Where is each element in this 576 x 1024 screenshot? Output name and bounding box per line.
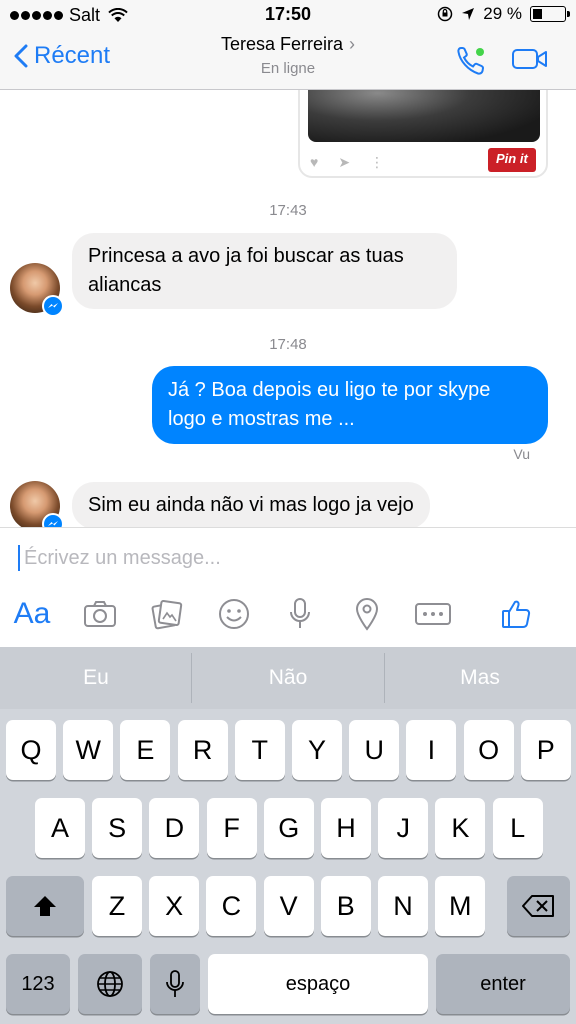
key-o[interactable]: O — [463, 720, 514, 780]
timestamp: 17:43 — [269, 202, 307, 219]
presence-status: En ligne — [260, 60, 316, 77]
keyboard: Eu Não Mas QWERTYUIOP ASDFGHJKL ZXCVBNM 12… — [0, 647, 576, 1024]
key-v[interactable]: V — [263, 876, 314, 936]
contact-name: Teresa Ferreira — [220, 34, 344, 54]
avatar[interactable] — [10, 263, 64, 317]
like-icon[interactable] — [496, 594, 536, 634]
key-r[interactable]: R — [177, 720, 228, 780]
key-i[interactable]: I — [406, 720, 457, 780]
suggestion-bar: Eu Não Mas — [0, 647, 576, 709]
text-format-button[interactable]: Aa — [12, 594, 52, 634]
key-m[interactable]: M — [435, 876, 486, 936]
shared-image-card[interactable]: ♥ ➤ ⋮ Pin it — [298, 90, 548, 178]
key-f[interactable]: F — [206, 798, 257, 858]
key-y[interactable]: Y — [292, 720, 342, 780]
chevron-right-icon: › — [349, 34, 356, 54]
key-w[interactable]: W — [63, 720, 114, 780]
more-icon[interactable] — [413, 594, 453, 634]
key-q[interactable]: Q — [6, 720, 56, 780]
key-j[interactable]: J — [378, 798, 429, 858]
suggestion-3[interactable]: Mas — [384, 647, 576, 709]
message-bubble-incoming[interactable]: Princesa a avo ja foi buscar as tuas ali… — [72, 233, 457, 309]
key-p[interactable]: P — [520, 720, 571, 780]
messenger-badge-icon — [42, 295, 64, 317]
dictation-icon[interactable] — [150, 954, 200, 1014]
key-t[interactable]: T — [234, 720, 285, 780]
key-n[interactable]: N — [378, 876, 428, 936]
message-list[interactable]: ♥ ➤ ⋮ Pin it 17:43 Princesa a avo ja foi… — [0, 90, 576, 527]
conversation-title[interactable]: Teresa Ferreira › En ligne — [0, 34, 576, 77]
key-b[interactable]: B — [320, 876, 371, 936]
heart-icon[interactable]: ♥ — [310, 154, 318, 171]
key-h[interactable]: H — [321, 798, 371, 858]
video-icon[interactable] — [511, 47, 549, 71]
shift-key[interactable] — [6, 876, 84, 936]
key-u[interactable]: U — [349, 720, 400, 780]
key-l[interactable]: L — [492, 798, 543, 858]
key-c[interactable]: C — [206, 876, 257, 936]
messenger-badge-icon — [42, 513, 64, 527]
battery-percent: 29 % — [483, 4, 522, 23]
send-icon[interactable]: ➤ — [338, 154, 350, 171]
enter-key[interactable]: enter — [436, 954, 570, 1014]
key-g[interactable]: G — [263, 798, 314, 858]
message-bubble-incoming[interactable]: Sim eu ainda não vi mas logo ja vejo — [72, 482, 430, 527]
location-arrow-icon — [462, 8, 475, 20]
message-input[interactable]: Écrivez un message... — [18, 545, 221, 571]
status-bar: Salt 17:50 29 % — [0, 0, 576, 30]
key-s[interactable]: S — [92, 798, 143, 858]
shared-image — [308, 90, 540, 142]
pin-it-button[interactable]: Pin it — [488, 148, 536, 172]
seen-indicator: Vu — [513, 446, 530, 462]
battery-icon — [530, 6, 570, 22]
suggestion-2[interactable]: Não — [192, 647, 384, 709]
key-a[interactable]: A — [35, 798, 85, 858]
suggestion-1[interactable]: Eu — [0, 647, 192, 709]
space-key[interactable]: espaço — [208, 954, 428, 1014]
gallery-icon[interactable] — [147, 594, 187, 634]
timestamp: 17:48 — [269, 336, 307, 353]
key-k[interactable]: K — [435, 798, 486, 858]
emoji-icon[interactable] — [214, 594, 254, 634]
key-e[interactable]: E — [120, 720, 171, 780]
composer-toolbar: Aa — [0, 594, 576, 634]
location-icon[interactable] — [347, 594, 387, 634]
globe-icon[interactable] — [78, 954, 142, 1014]
key-d[interactable]: D — [149, 798, 200, 858]
phone-icon[interactable] — [455, 44, 489, 78]
microphone-icon[interactable] — [280, 594, 320, 634]
avatar[interactable] — [10, 481, 64, 527]
key-z[interactable]: Z — [92, 876, 142, 936]
orientation-lock-icon — [438, 6, 453, 22]
numbers-key[interactable]: 123 — [6, 954, 70, 1014]
nav-bar: Récent Teresa Ferreira › En ligne — [0, 30, 576, 90]
composer: Écrivez un message... Aa — [0, 527, 576, 647]
delete-key[interactable] — [507, 876, 570, 936]
camera-icon[interactable] — [80, 594, 120, 634]
screen: Salt 17:50 29 % Récent Teresa Ferreira ›… — [0, 0, 576, 1024]
more-vertical-icon[interactable]: ⋮ — [370, 154, 384, 171]
message-bubble-outgoing[interactable]: Já ? Boa depois eu ligo te por skype log… — [152, 366, 548, 444]
key-x[interactable]: X — [149, 876, 200, 936]
